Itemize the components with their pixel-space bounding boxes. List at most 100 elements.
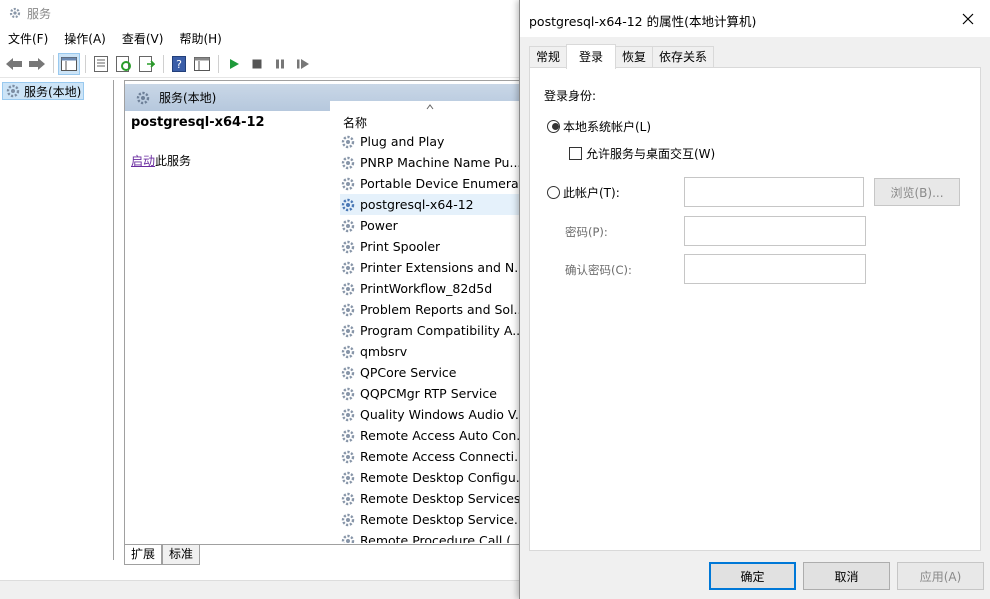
service-row[interactable]: PNRP Machine Name Pu... xyxy=(340,152,525,173)
account-input[interactable] xyxy=(684,177,864,207)
service-row[interactable]: Print Spooler xyxy=(340,236,525,257)
service-row-name: Portable Device Enumera... xyxy=(360,176,525,191)
main-pane-header-title: 服务(本地) xyxy=(159,91,217,105)
password-input[interactable] xyxy=(684,216,866,246)
service-row[interactable]: Remote Access Connecti... xyxy=(340,446,525,467)
bottom-view-tabs: 扩展 标准 xyxy=(124,545,201,565)
allow-desktop-interaction-checkbox[interactable]: 允许服务与桌面交互(W) xyxy=(565,145,715,162)
tab-extended[interactable]: 扩展 xyxy=(124,545,163,565)
help-icon[interactable]: ? xyxy=(168,53,190,75)
service-row-name: QQPCMgr RTP Service xyxy=(360,386,497,401)
tab-general[interactable]: 常规 xyxy=(529,46,568,68)
service-gear-icon xyxy=(341,492,355,505)
resume-service-icon[interactable] xyxy=(292,53,314,75)
service-row-name: Remote Access Connecti... xyxy=(360,449,525,464)
view-icon[interactable] xyxy=(191,53,213,75)
refresh-icon[interactable] xyxy=(113,53,135,75)
cancel-button[interactable]: 取消 xyxy=(803,562,890,590)
service-row[interactable]: QPCore Service xyxy=(340,362,525,383)
service-gear-icon xyxy=(341,198,355,211)
service-row[interactable]: Remote Access Auto Con... xyxy=(340,425,525,446)
start-service-icon[interactable] xyxy=(223,53,245,75)
service-row-name: postgresql-x64-12 xyxy=(360,197,474,212)
service-row-name: Problem Reports and Sol... xyxy=(360,302,525,317)
export-list-icon[interactable] xyxy=(136,53,158,75)
properties-icon[interactable] xyxy=(90,53,112,75)
service-row[interactable]: qmbsrv xyxy=(340,341,525,362)
stop-service-icon[interactable] xyxy=(246,53,268,75)
close-icon[interactable] xyxy=(945,0,990,37)
console-tree: 服务(本地) xyxy=(0,80,114,560)
service-gear-icon xyxy=(341,387,355,400)
confirm-password-label: 确认密码(C): xyxy=(565,263,632,277)
service-gear-icon xyxy=(341,240,355,253)
service-gear-icon xyxy=(341,429,355,442)
service-gear-icon xyxy=(341,156,355,169)
this-account-label: 此帐户(T): xyxy=(563,186,620,200)
column-header-name: 名称 xyxy=(343,116,368,130)
service-row-name: Print Spooler xyxy=(360,239,441,254)
tab-recovery[interactable]: 恢复 xyxy=(615,46,654,68)
apply-button[interactable]: 应用(A) xyxy=(897,562,984,590)
service-row[interactable]: Remote Desktop Configu... xyxy=(340,467,525,488)
service-row-name: Remote Desktop Configu... xyxy=(360,470,525,485)
column-header[interactable]: 名称 xyxy=(330,101,525,130)
service-row[interactable]: Printer Extensions and N... xyxy=(340,257,525,278)
service-row[interactable]: Plug and Play xyxy=(340,131,525,152)
show-console-tree-icon[interactable] xyxy=(58,53,80,75)
back-arrow-icon[interactable] xyxy=(3,53,25,75)
service-row[interactable]: QQPCMgr RTP Service xyxy=(340,383,525,404)
service-row-name: Remote Desktop Services xyxy=(360,491,521,506)
menu-file[interactable]: 文件(F) xyxy=(0,29,56,49)
start-service-link[interactable]: 启动 xyxy=(131,154,155,168)
tab-standard[interactable]: 标准 xyxy=(162,545,201,565)
toolbar-separator xyxy=(53,55,54,73)
service-gear-icon xyxy=(341,324,355,337)
allow-desktop-interaction-label: 允许服务与桌面交互(W) xyxy=(586,147,716,161)
service-row[interactable]: Power xyxy=(340,215,525,236)
services-window-title: 服务 xyxy=(27,6,52,21)
service-row[interactable]: Remote Desktop Service... xyxy=(340,509,525,530)
service-row-name: QPCore Service xyxy=(360,365,457,380)
menu-view[interactable]: 查看(V) xyxy=(114,29,172,49)
forward-arrow-icon[interactable] xyxy=(26,53,48,75)
services-gear-icon xyxy=(6,84,20,98)
ok-button[interactable]: 确定 xyxy=(709,562,796,590)
service-gear-icon xyxy=(341,450,355,463)
radio-unselected-icon xyxy=(547,186,560,199)
services-gear-icon xyxy=(7,5,23,21)
tab-logon[interactable]: 登录 xyxy=(566,44,617,69)
dialog-tabs: 常规 登录 恢复 依存关系 xyxy=(529,44,715,69)
local-system-account-radio[interactable]: 本地系统帐户(L) xyxy=(544,118,651,135)
services-gear-icon xyxy=(136,91,150,104)
service-row[interactable]: Problem Reports and Sol... xyxy=(340,299,525,320)
pause-service-icon[interactable] xyxy=(269,53,291,75)
password-label: 密码(P): xyxy=(565,225,608,239)
service-gear-icon xyxy=(341,408,355,421)
browse-button[interactable]: 浏览(B)... xyxy=(874,178,960,206)
service-row[interactable]: Remote Procedure Call ( xyxy=(340,530,525,543)
service-properties-dialog: postgresql-x64-12 的属性(本地计算机) 常规 登录 恢复 依存… xyxy=(519,0,990,599)
service-row[interactable]: Quality Windows Audio V... xyxy=(340,404,525,425)
service-row[interactable]: Portable Device Enumera... xyxy=(340,173,525,194)
svg-text:?: ? xyxy=(176,58,182,71)
menu-action[interactable]: 操作(A) xyxy=(56,29,114,49)
this-account-radio[interactable]: 此帐户(T): xyxy=(544,184,620,201)
service-row-name: Power xyxy=(360,218,398,233)
service-gear-icon xyxy=(341,177,355,190)
service-row[interactable]: PrintWorkflow_82d5d xyxy=(340,278,525,299)
service-row[interactable]: postgresql-x64-12 xyxy=(340,194,525,215)
service-row-name: Program Compatibility A... xyxy=(360,323,525,338)
service-gear-icon xyxy=(341,261,355,274)
service-row[interactable]: Remote Desktop Services xyxy=(340,488,525,509)
checkbox-unchecked-icon xyxy=(569,147,582,160)
service-row-name: Remote Desktop Service... xyxy=(360,512,525,527)
dialog-title: postgresql-x64-12 的属性(本地计算机) xyxy=(529,14,757,29)
services-list: Plug and Play PNRP Machine Name Pu... Port… xyxy=(340,131,525,543)
confirm-password-input[interactable] xyxy=(684,254,866,284)
tree-item-services-local[interactable]: 服务(本地) xyxy=(2,82,84,100)
menu-help[interactable]: 帮助(H) xyxy=(171,29,229,49)
service-row[interactable]: Program Compatibility A... xyxy=(340,320,525,341)
tab-dependencies[interactable]: 依存关系 xyxy=(652,46,715,68)
service-row-name: Remote Access Auto Con... xyxy=(360,428,525,443)
